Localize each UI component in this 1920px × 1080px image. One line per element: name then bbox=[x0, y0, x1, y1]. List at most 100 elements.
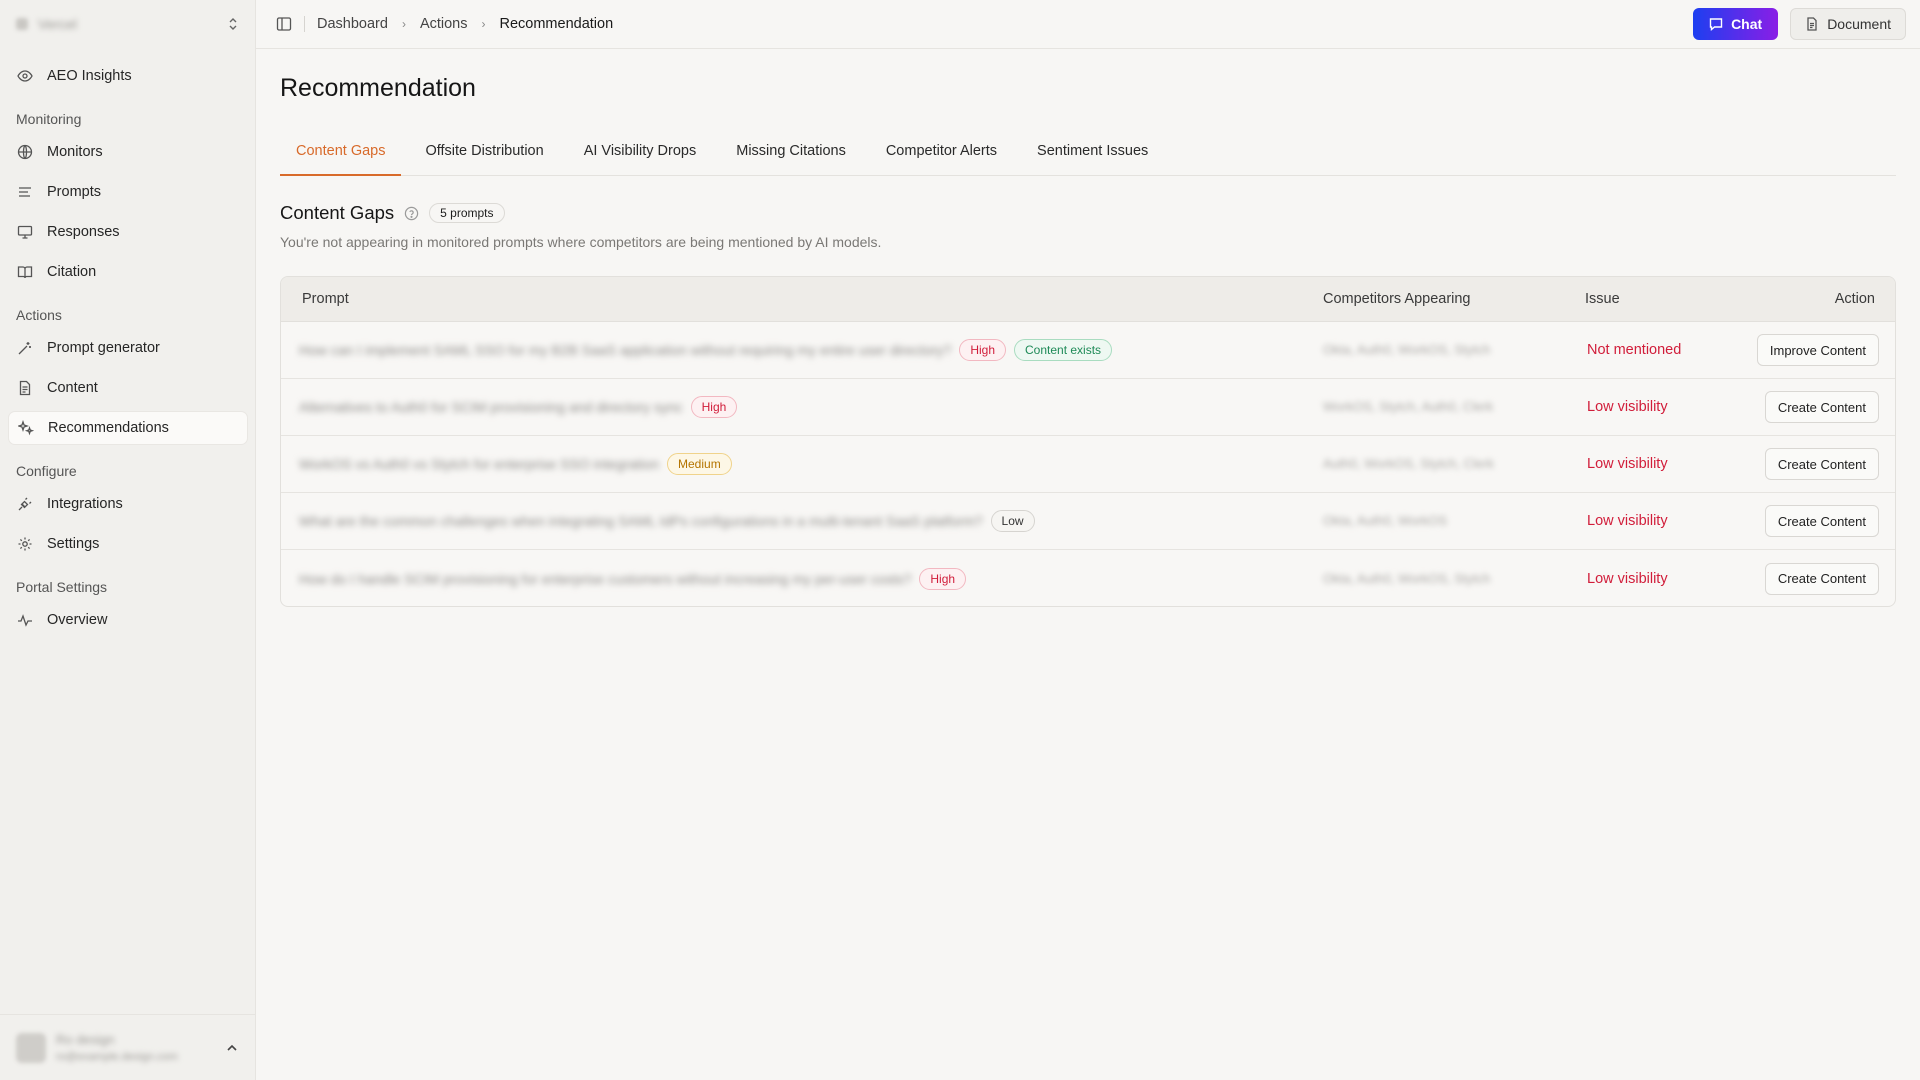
create-content-button[interactable]: Create Content bbox=[1764, 448, 1879, 480]
sidebar-item-citation[interactable]: Citation bbox=[8, 255, 248, 289]
chevron-right-icon: › bbox=[481, 17, 486, 31]
sidebar-item-aeo-insights[interactable]: AEO Insights bbox=[8, 59, 248, 93]
breadcrumb-dashboard[interactable]: Dashboard bbox=[317, 16, 388, 32]
issue-status: Not mentioned bbox=[1587, 342, 1682, 358]
prompt-text[interactable]: How do I handle SCIM provisioning for en… bbox=[299, 571, 911, 587]
monitor-icon bbox=[17, 224, 33, 240]
competitors-list: Okta, Auth0, WorkOS bbox=[1323, 513, 1448, 528]
sidebar-item-responses[interactable]: Responses bbox=[8, 215, 248, 249]
section-subtitle: You're not appearing in monitored prompt… bbox=[280, 234, 882, 250]
prompt-text[interactable]: WorkOS vs Auth0 vs Stytch for enterprise… bbox=[299, 456, 659, 472]
page-title: Recommendation bbox=[280, 74, 476, 102]
sidebar-item-label: Responses bbox=[47, 224, 120, 240]
section-title: Content Gaps bbox=[280, 202, 395, 223]
tab-ai-visibility-drops[interactable]: AI Visibility Drops bbox=[568, 140, 713, 176]
improve-content-button[interactable]: Improve Content bbox=[1756, 334, 1879, 366]
help-circle-icon[interactable] bbox=[404, 206, 419, 221]
plug-icon bbox=[17, 496, 33, 512]
sidebar-item-monitors[interactable]: Monitors bbox=[8, 135, 248, 169]
breadcrumb: Dashboard › Actions › Recommendation bbox=[317, 16, 613, 32]
chat-label: Chat bbox=[1731, 16, 1763, 32]
prompt-cell: How do I handle SCIM provisioning for en… bbox=[281, 567, 1323, 590]
sidebar-item-prompt-generator[interactable]: Prompt generator bbox=[8, 331, 248, 365]
eye-icon bbox=[17, 68, 33, 84]
section-configure: Configure bbox=[16, 463, 77, 479]
prompt-text[interactable]: Alternatives to Auth0 for SCIM provision… bbox=[299, 399, 683, 415]
prompt-text[interactable]: How can I implement SAML SSO for my B2B … bbox=[299, 342, 951, 358]
priority-badge: High bbox=[919, 567, 967, 590]
tab-competitor-alerts[interactable]: Competitor Alerts bbox=[870, 140, 1013, 176]
workspace-name: Vercel bbox=[38, 16, 77, 32]
sidebar-item-settings[interactable]: Settings bbox=[8, 527, 248, 561]
user-name: Ro design bbox=[56, 1032, 115, 1047]
action-cell: Create Content bbox=[1764, 562, 1895, 595]
book-icon bbox=[17, 264, 33, 280]
sidebar-item-label: Overview bbox=[47, 612, 108, 628]
user-menu[interactable]: Ro design ro@example.design.com bbox=[0, 1014, 255, 1080]
breadcrumb-actions[interactable]: Actions bbox=[420, 16, 468, 32]
competitors-list: Okta, Auth0, WorkOS, Stytch bbox=[1323, 342, 1491, 357]
chat-button[interactable]: Chat bbox=[1693, 8, 1779, 40]
sidebar-item-content[interactable]: Content bbox=[8, 371, 248, 405]
message-icon bbox=[1709, 17, 1723, 31]
priority-badge: High bbox=[690, 396, 738, 418]
tab-content-gaps[interactable]: Content Gaps bbox=[280, 140, 402, 176]
competitors-list: Auth0, WorkOS, Stytch, Clerk bbox=[1323, 456, 1494, 471]
priority-badge: Medium bbox=[667, 453, 732, 475]
avatar bbox=[16, 1032, 46, 1063]
sidebar-nav: AEO Insights Monitoring Monitors Prompts… bbox=[8, 59, 248, 643]
section-monitoring: Monitoring bbox=[16, 111, 82, 127]
sidebar-toggle-icon[interactable] bbox=[276, 16, 292, 32]
header-action: Action bbox=[1834, 291, 1875, 307]
tab-offsite-distribution[interactable]: Offsite Distribution bbox=[409, 140, 559, 176]
create-content-button[interactable]: Create Content bbox=[1764, 391, 1879, 423]
prompt-cell: How can I implement SAML SSO for my B2B … bbox=[281, 339, 1323, 361]
prompt-cell: WorkOS vs Auth0 vs Stytch for enterprise… bbox=[281, 453, 1323, 475]
content-gaps-table: Prompt Competitors Appearing Issue Actio… bbox=[280, 276, 1896, 607]
sidebar-item-integrations[interactable]: Integrations bbox=[8, 487, 248, 521]
globe-icon bbox=[17, 144, 33, 160]
issue-status: Low visibility bbox=[1587, 570, 1668, 587]
sidebar-item-label: Monitors bbox=[47, 144, 103, 160]
sidebar-item-label: Recommendations bbox=[48, 420, 169, 436]
table-row: How can I implement SAML SSO for my B2B … bbox=[281, 322, 1895, 379]
breadcrumb-current: Recommendation bbox=[499, 16, 614, 32]
section-header: Content Gaps 5 prompts bbox=[280, 202, 505, 224]
chevron-right-icon: › bbox=[401, 17, 406, 31]
activity-icon bbox=[17, 612, 33, 628]
create-content-button[interactable]: Create Content bbox=[1764, 562, 1879, 595]
sidebar-item-prompts[interactable]: Prompts bbox=[8, 175, 248, 209]
priority-badge: Low bbox=[990, 510, 1035, 532]
issue-status: Low visibility bbox=[1587, 456, 1668, 472]
competitors-cell: WorkOS, Stytch, Auth0, Clerk bbox=[1323, 398, 1581, 416]
tab-sentiment-issues[interactable]: Sentiment Issues bbox=[1021, 140, 1164, 176]
count-badge: 5 prompts bbox=[429, 203, 505, 223]
sidebar-item-label: AEO Insights bbox=[47, 68, 132, 84]
table-row: Alternatives to Auth0 for SCIM provision… bbox=[281, 379, 1895, 436]
action-cell: Improve Content bbox=[1756, 334, 1895, 366]
chevron-up-down-icon bbox=[226, 17, 240, 31]
sidebar-item-label: Integrations bbox=[47, 496, 123, 512]
sidebar-item-recommendations[interactable]: Recommendations bbox=[8, 411, 248, 445]
workspace-switcher[interactable]: Vercel bbox=[16, 12, 240, 36]
sidebar-item-overview[interactable]: Overview bbox=[8, 603, 248, 637]
create-content-button[interactable]: Create Content bbox=[1764, 505, 1879, 537]
sidebar-item-label: Citation bbox=[47, 264, 97, 280]
list-icon bbox=[17, 184, 33, 200]
user-email: ro@example.design.com bbox=[56, 1051, 178, 1063]
tab-missing-citations[interactable]: Missing Citations bbox=[720, 140, 862, 176]
sidebar-item-label: Settings bbox=[47, 536, 100, 552]
competitors-cell: Okta, Auth0, WorkOS, Stytch bbox=[1323, 341, 1581, 359]
header-competitors: Competitors Appearing bbox=[1323, 291, 1471, 307]
table-row: WorkOS vs Auth0 vs Stytch for enterprise… bbox=[281, 436, 1895, 493]
competitors-cell: Auth0, WorkOS, Stytch, Clerk bbox=[1323, 455, 1581, 473]
table-body: How can I implement SAML SSO for my B2B … bbox=[281, 322, 1895, 606]
table-row: How do I handle SCIM provisioning for en… bbox=[281, 550, 1895, 606]
document-button[interactable]: Document bbox=[1790, 8, 1906, 40]
wand-icon bbox=[17, 340, 33, 356]
action-cell: Create Content bbox=[1764, 448, 1895, 480]
sidebar-item-label: Prompt generator bbox=[47, 340, 160, 356]
sidebar-item-label: Content bbox=[47, 380, 98, 396]
workspace-logo bbox=[16, 18, 28, 30]
prompt-text[interactable]: What are the common challenges when inte… bbox=[299, 513, 983, 529]
